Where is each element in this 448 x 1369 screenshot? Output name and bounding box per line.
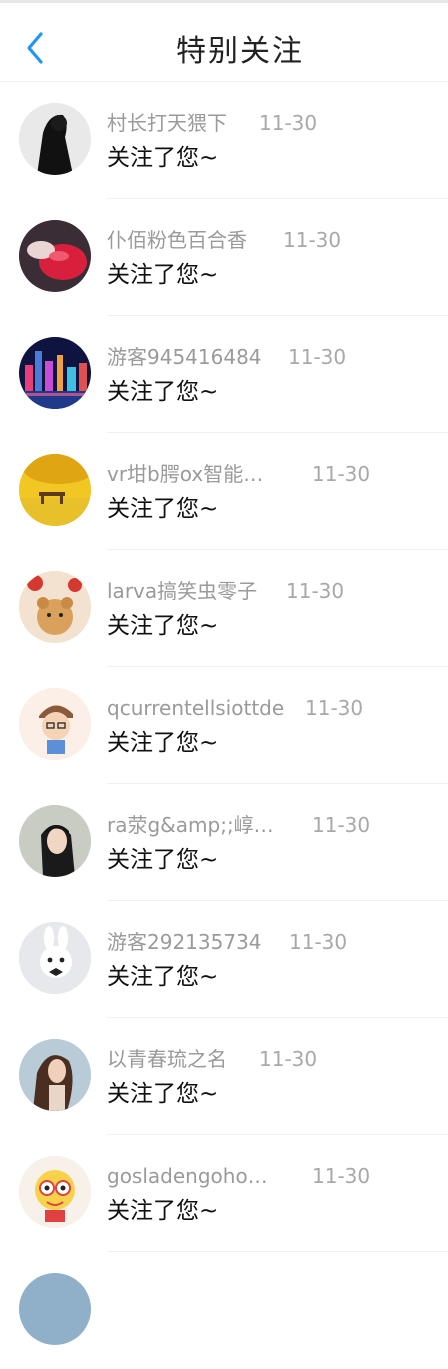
timestamp: 11-30 (312, 1164, 371, 1188)
username: vr坩b腭ox智能… (107, 462, 264, 486)
avatar[interactable] (19, 922, 91, 994)
woman-portrait-icon (19, 1039, 91, 1111)
notification-text: 关注了您~ (107, 379, 219, 405)
timestamp: 11-30 (312, 462, 371, 486)
timestamp: 11-30 (283, 228, 342, 252)
list-item[interactable]: gosladengoho… 11-30 关注了您~ (0, 1135, 448, 1252)
avatar[interactable] (19, 571, 91, 643)
list-item[interactable]: qcurrentellsiottde 11-30 关注了您~ (0, 667, 448, 784)
red-object-icon (19, 220, 91, 292)
list-item[interactable]: 游客945416484 11-30 关注了您~ (0, 316, 448, 433)
notification-text: 关注了您~ (107, 964, 219, 990)
teddy-bear-icon (19, 571, 91, 643)
avatar[interactable] (19, 454, 91, 526)
notification-text: 关注了您~ (107, 262, 219, 288)
notification-text: 关注了您~ (107, 847, 219, 873)
list-item[interactable]: ra荥g&amp;;崞… 11-30 关注了您~ (0, 784, 448, 901)
list-item[interactable]: vr坩b腭ox智能… 11-30 关注了您~ (0, 433, 448, 550)
username: ra荥g&amp;;崞… (107, 813, 274, 837)
timestamp: 11-30 (286, 579, 345, 603)
avatar[interactable] (19, 103, 91, 175)
top-bar: 特别关注 (0, 3, 448, 82)
avatar[interactable] (19, 1156, 91, 1228)
timestamp: 11-30 (305, 696, 364, 720)
avatar[interactable] (19, 805, 91, 877)
avatar[interactable] (19, 220, 91, 292)
list-item[interactable]: 仆佰粉色百合香 11-30 关注了您~ (0, 199, 448, 316)
avatar[interactable] (19, 688, 91, 760)
username: qcurrentellsiottde (107, 696, 285, 720)
list-item[interactable]: larva搞笑虫零子 11-30 关注了您~ (0, 550, 448, 667)
username: 游客945416484 (107, 345, 262, 369)
notification-list: 村长打天猥下 11-30 关注了您~ 仆佰粉色百合香 11-30 关注了您~ 游… (0, 82, 448, 1369)
notification-text: 关注了您~ (107, 1198, 219, 1224)
person-black-icon (19, 103, 91, 175)
username: gosladengoho… (107, 1164, 268, 1188)
timestamp: 11-30 (288, 345, 347, 369)
notification-text: 关注了您~ (107, 730, 219, 756)
notification-text: 关注了您~ (107, 145, 219, 171)
timestamp: 11-30 (259, 1047, 318, 1071)
page-title: 特别关注 (176, 34, 304, 69)
username: larva搞笑虫零子 (107, 579, 258, 603)
girl-portrait-icon (19, 805, 91, 877)
cartoon-boy-icon (19, 688, 91, 760)
list-item[interactable]: 以青春琉之名 11-30 关注了您~ (0, 1018, 448, 1135)
avatar[interactable] (19, 337, 91, 409)
username: 村长打天猥下 (107, 111, 227, 135)
avatar[interactable] (19, 1039, 91, 1111)
autumn-bench-icon (19, 454, 91, 526)
username: 游客292135734 (107, 930, 262, 954)
avatar[interactable] (19, 1273, 91, 1345)
notification-text: 关注了您~ (107, 1081, 219, 1107)
cartoon-character-icon (19, 1156, 91, 1228)
notification-text: 关注了您~ (107, 613, 219, 639)
timestamp: 11-30 (289, 930, 348, 954)
notification-text: 关注了您~ (107, 496, 219, 522)
list-item[interactable]: 游客292135734 11-30 关注了您~ (0, 901, 448, 1018)
timestamp: 11-30 (312, 813, 371, 837)
list-item[interactable]: 村长打天猥下 11-30 关注了您~ (0, 82, 448, 199)
city-night-icon (19, 337, 91, 409)
list-item[interactable] (0, 1252, 448, 1369)
timestamp: 11-30 (259, 111, 318, 135)
snow-bunny-icon (19, 922, 91, 994)
username: 仆佰粉色百合香 (107, 228, 247, 252)
username: 以青春琉之名 (107, 1047, 227, 1071)
